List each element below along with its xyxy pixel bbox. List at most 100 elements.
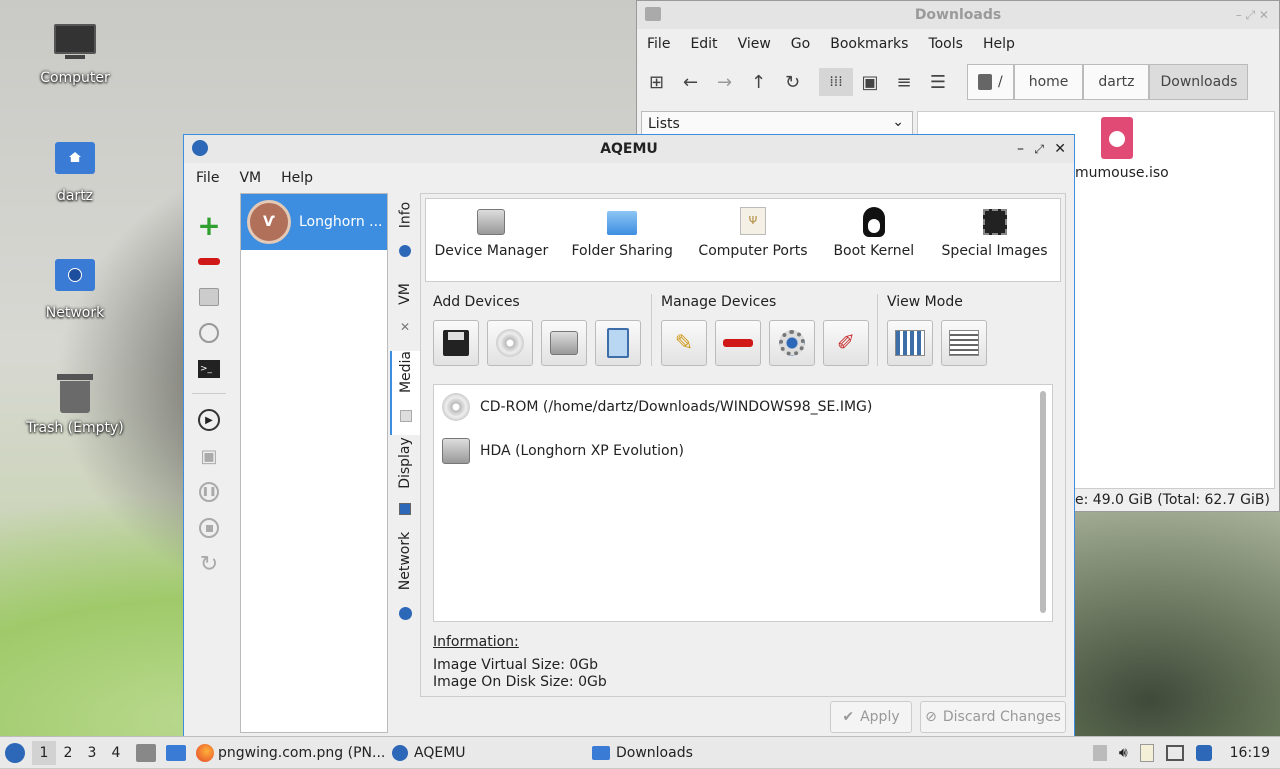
remove-device-button[interactable] bbox=[715, 320, 761, 366]
special-images-button[interactable]: Special Images bbox=[935, 209, 1055, 259]
pause-icon[interactable]: ❚❚ bbox=[197, 480, 221, 504]
aqemu-titlebar[interactable]: AQEMU – ⤢ ✕ bbox=[184, 135, 1074, 163]
vm-list-item[interactable]: Ѵ Longhorn ... bbox=[241, 194, 387, 250]
workspace-3[interactable]: 3 bbox=[80, 745, 104, 761]
play-icon[interactable]: ▶ bbox=[197, 408, 221, 432]
manage-devices-toolbar: ✎ ✐ bbox=[661, 320, 877, 366]
cdrom-icon bbox=[496, 329, 524, 357]
computer-icon bbox=[53, 24, 97, 64]
desktop-icon-trash[interactable]: Trash (Empty) bbox=[20, 374, 130, 436]
tab-info[interactable]: Info bbox=[390, 193, 420, 271]
device-manager-button[interactable]: Device Manager bbox=[431, 209, 551, 259]
desktop-icon-computer[interactable]: Computer bbox=[20, 24, 130, 86]
folder-sharing-button[interactable]: Folder Sharing bbox=[562, 211, 682, 259]
compact-view-icon[interactable]: ≡ bbox=[887, 72, 921, 93]
back-icon[interactable]: ← bbox=[683, 72, 717, 93]
menu-file[interactable]: File bbox=[637, 36, 680, 52]
cancel-icon: ⊘ bbox=[925, 709, 937, 725]
path-home[interactable]: home bbox=[1013, 64, 1084, 100]
device-list-scrollbar[interactable] bbox=[1040, 391, 1046, 613]
workspace-1[interactable]: 1 bbox=[32, 740, 56, 765]
forward-icon[interactable]: → bbox=[717, 72, 751, 93]
aqemu-window: AQEMU – ⤢ ✕ File VM Help + >_ ▶ ▣ ❚❚ ↻ Ѵ… bbox=[183, 134, 1075, 738]
path-dartz[interactable]: dartz bbox=[1083, 64, 1150, 100]
workspace-2[interactable]: 2 bbox=[56, 745, 80, 761]
boot-kernel-button[interactable]: Boot Kernel bbox=[824, 207, 924, 259]
edit-device-button[interactable]: ✎ bbox=[661, 320, 707, 366]
task-downloads[interactable]: Downloads bbox=[586, 737, 786, 769]
maximize-icon[interactable]: ⤢ bbox=[1034, 142, 1044, 157]
info-title: Information: bbox=[433, 634, 519, 650]
volume-icon[interactable]: 🔊︎ bbox=[1119, 745, 1128, 761]
network-tray-icon[interactable] bbox=[1165, 744, 1184, 761]
menu-edit[interactable]: Edit bbox=[680, 36, 727, 52]
discard-changes-button[interactable]: ⊘ Discard Changes bbox=[920, 701, 1066, 733]
list-view-button[interactable] bbox=[941, 320, 987, 366]
view-mode-label: View Mode bbox=[887, 294, 963, 310]
menu-vm[interactable]: VM bbox=[229, 170, 271, 186]
detail-view-icon[interactable]: ☰ bbox=[921, 72, 955, 93]
desktop-icon-home[interactable]: dartz bbox=[20, 142, 130, 204]
menu-help[interactable]: Help bbox=[271, 170, 323, 186]
up-icon[interactable]: ↑ bbox=[751, 72, 785, 93]
file-manager-titlebar[interactable]: Downloads – ⤢ ✕ bbox=[637, 1, 1279, 29]
workspace-4[interactable]: 4 bbox=[104, 745, 128, 761]
path-bar: / home dartz Downloads bbox=[967, 64, 1249, 100]
device-item[interactable]: HDA (Longhorn XP Evolution) bbox=[434, 429, 1052, 473]
menu-view[interactable]: View bbox=[728, 36, 781, 52]
menu-bookmarks[interactable]: Bookmarks bbox=[820, 36, 918, 52]
cdrom-icon bbox=[442, 393, 470, 421]
floppy-icon bbox=[443, 330, 469, 356]
icon-view-button[interactable] bbox=[887, 320, 933, 366]
add-hdd-button[interactable] bbox=[541, 320, 587, 366]
clipboard-icon[interactable] bbox=[1139, 743, 1154, 762]
add-vm-icon[interactable]: + bbox=[197, 209, 221, 242]
show-desktop-icon[interactable] bbox=[166, 744, 186, 761]
tab-network[interactable]: Network bbox=[390, 531, 420, 637]
new-tab-icon[interactable]: ⊞ bbox=[649, 72, 683, 93]
path-downloads[interactable]: Downloads bbox=[1149, 64, 1249, 100]
desktop-icon-network[interactable]: Network bbox=[20, 259, 130, 321]
add-cdrom-button[interactable] bbox=[487, 320, 533, 366]
minimize-icon[interactable]: – bbox=[1017, 141, 1024, 157]
menu-go[interactable]: Go bbox=[781, 36, 820, 52]
file-manager-launcher-icon[interactable] bbox=[136, 743, 156, 762]
window-controls[interactable]: – ⤢ ✕ bbox=[1236, 8, 1269, 23]
menu-tools[interactable]: Tools bbox=[918, 36, 973, 52]
clock-icon[interactable] bbox=[197, 321, 221, 345]
device-item[interactable]: CD-ROM (/home/dartz/Downloads/WINDOWS98_… bbox=[434, 385, 1052, 429]
updates-icon[interactable] bbox=[1195, 744, 1212, 761]
vm-settings-icon[interactable] bbox=[197, 285, 221, 309]
terminal-icon[interactable]: >_ bbox=[197, 357, 221, 381]
close-icon[interactable]: ✕ bbox=[1054, 141, 1066, 157]
remove-icon bbox=[723, 339, 753, 347]
thumbnail-view-icon[interactable]: ▣ bbox=[853, 72, 887, 93]
path-root[interactable]: / bbox=[967, 64, 1014, 100]
eject-device-button[interactable]: ✐ bbox=[823, 320, 869, 366]
add-storage-button[interactable] bbox=[595, 320, 641, 366]
network-folder-icon bbox=[53, 259, 97, 299]
tab-display[interactable]: Display bbox=[390, 437, 420, 531]
save-state-icon[interactable]: ▣ bbox=[197, 444, 221, 468]
remove-vm-icon[interactable] bbox=[197, 249, 221, 273]
file-item[interactable] bbox=[1067, 117, 1167, 163]
tray-arrow-icon[interactable] bbox=[1092, 744, 1107, 761]
task-aqemu[interactable]: AQEMU bbox=[386, 737, 586, 769]
icon-view-icon[interactable]: ⁞⁞⁞ bbox=[819, 68, 853, 96]
computer-ports-button[interactable]: Ψ Computer Ports bbox=[693, 207, 813, 259]
clock[interactable]: 16:19 bbox=[1230, 745, 1270, 761]
apply-button[interactable]: ✔ Apply bbox=[830, 701, 912, 733]
reset-icon[interactable]: ↻ bbox=[197, 552, 221, 577]
add-floppy-button[interactable] bbox=[433, 320, 479, 366]
start-menu-icon[interactable] bbox=[0, 737, 30, 769]
tab-vm[interactable]: VM ✕ bbox=[390, 273, 420, 347]
desktop-icon-label: Computer bbox=[40, 70, 110, 86]
reload-icon[interactable]: ↻ bbox=[785, 72, 819, 93]
menu-help[interactable]: Help bbox=[973, 36, 1025, 52]
stop-icon[interactable] bbox=[197, 516, 221, 540]
device-properties-button[interactable] bbox=[769, 320, 815, 366]
tab-media[interactable]: Media bbox=[390, 351, 420, 435]
menu-file[interactable]: File bbox=[186, 170, 229, 186]
task-pngwing[interactable]: pngwing.com.png (PN... bbox=[196, 743, 386, 762]
folder-icon bbox=[592, 745, 610, 760]
